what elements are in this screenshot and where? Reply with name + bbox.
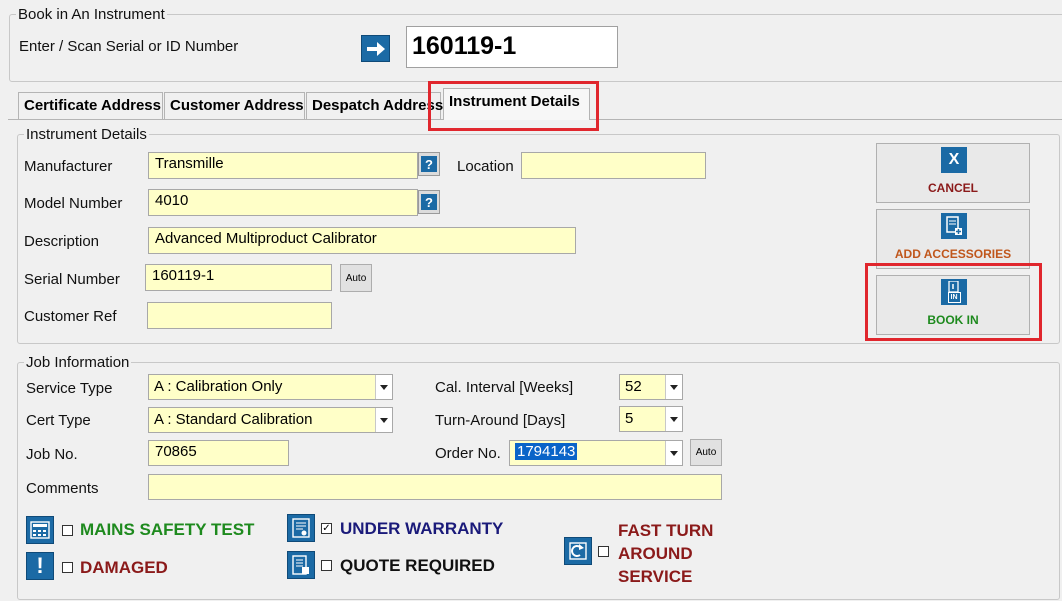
chevron-down-icon[interactable] — [375, 375, 392, 399]
book-in-button[interactable]: IN BOOK IN — [876, 275, 1030, 335]
serial-number-label: Serial Number — [24, 271, 120, 288]
manufacturer-label: Manufacturer — [24, 158, 113, 175]
serial-scan-input[interactable]: 160119-1 — [406, 26, 618, 68]
model-lookup-button[interactable]: ? — [418, 190, 440, 214]
serial-auto-button[interactable]: Auto — [340, 264, 372, 292]
instrument-details-legend: Instrument Details — [24, 126, 149, 143]
quote-required-label: QUOTE REQUIRED — [340, 556, 495, 575]
damaged-checkbox[interactable] — [62, 562, 73, 573]
customer-ref-label: Customer Ref — [24, 308, 117, 325]
order-no-select[interactable]: 1794143 — [509, 440, 683, 466]
service-type-value: A : Calibration Only — [154, 378, 283, 395]
fast-return-icon — [564, 537, 592, 565]
cal-interval-select[interactable]: 52 — [619, 374, 683, 400]
document-add-icon — [941, 213, 967, 239]
help-icon: ? — [421, 156, 437, 172]
chevron-down-icon[interactable] — [665, 375, 682, 399]
fast-turnaround-label: FAST TURN AROUND SERVICE — [618, 519, 713, 588]
cert-type-value: A : Standard Calibration — [154, 411, 313, 428]
chevron-down-icon[interactable] — [375, 408, 392, 432]
order-auto-button[interactable]: Auto — [690, 439, 722, 466]
x-icon: X — [941, 147, 967, 173]
fast-turnaround-line1: FAST TURN — [618, 521, 714, 540]
serial-scan-value: 160119-1 — [412, 32, 517, 60]
order-no-label: Order No. — [435, 445, 501, 462]
add-accessories-label: ADD ACCESSORIES — [894, 247, 1012, 261]
book-in-label: BOOK IN — [927, 313, 979, 327]
book-in-icon: IN — [941, 279, 967, 305]
cancel-label: CANCEL — [928, 181, 978, 195]
cert-type-select[interactable]: A : Standard Calibration — [148, 407, 393, 433]
job-no-field[interactable]: 70865 — [148, 440, 289, 466]
location-label: Location — [457, 158, 514, 175]
turnaround-value: 5 — [625, 410, 634, 427]
go-arrow-button[interactable] — [361, 35, 390, 62]
order-no-value: 1794143 — [515, 443, 578, 460]
manufacturer-field[interactable]: Transmille — [148, 152, 418, 179]
turnaround-label: Turn-Around [Days] — [435, 412, 566, 429]
chevron-down-icon[interactable] — [665, 407, 682, 431]
job-no-label: Job No. — [26, 446, 78, 463]
under-warranty-checkbox[interactable]: ✓ — [321, 523, 332, 534]
turnaround-select[interactable]: 5 — [619, 406, 683, 432]
fast-turnaround-checkbox[interactable] — [598, 546, 609, 557]
add-accessories-button[interactable]: ADD ACCESSORIES — [876, 209, 1030, 269]
cert-type-label: Cert Type — [26, 412, 91, 429]
help-icon: ? — [421, 194, 437, 210]
chevron-down-icon[interactable] — [665, 441, 682, 465]
comments-label: Comments — [26, 480, 99, 497]
arrow-right-icon — [366, 41, 385, 56]
damaged-label: DAMAGED — [80, 558, 168, 577]
quote-required-checkbox[interactable] — [321, 560, 332, 571]
description-label: Description — [24, 233, 100, 250]
tab-despatch-address[interactable]: Despatch Address — [306, 92, 443, 119]
manufacturer-lookup-button[interactable]: ? — [418, 152, 440, 176]
scan-label: Enter / Scan Serial or ID Number — [19, 38, 239, 55]
model-number-label: Model Number — [24, 195, 123, 212]
service-type-label: Service Type — [26, 380, 113, 397]
quote-document-icon — [287, 551, 315, 579]
certificate-icon — [287, 514, 315, 542]
cal-interval-value: 52 — [625, 378, 642, 395]
serial-number-field[interactable]: 160119-1 — [145, 264, 332, 291]
cal-interval-label: Cal. Interval [Weeks] — [435, 379, 574, 396]
tab-certificate-address[interactable]: Certificate Address — [18, 92, 163, 119]
calculator-icon — [26, 516, 54, 544]
book-in-icon-text: IN — [947, 292, 961, 303]
description-field[interactable]: Advanced Multiproduct Calibrator — [148, 227, 576, 254]
location-field[interactable] — [521, 152, 706, 179]
tab-instrument-details[interactable]: Instrument Details — [443, 88, 590, 120]
customer-ref-field[interactable] — [147, 302, 332, 329]
cancel-button[interactable]: X CANCEL — [876, 143, 1030, 203]
fast-turnaround-line3: SERVICE — [618, 567, 693, 586]
exclamation-icon: ! — [26, 552, 54, 580]
job-information-legend: Job Information — [24, 354, 132, 371]
model-number-field[interactable]: 4010 — [148, 189, 418, 216]
comments-field[interactable] — [148, 474, 722, 500]
under-warranty-label: UNDER WARRANTY — [340, 519, 504, 538]
book-in-legend: Book in An Instrument — [16, 6, 167, 23]
mains-safety-label: MAINS SAFETY TEST — [80, 520, 255, 539]
service-type-select[interactable]: A : Calibration Only — [148, 374, 393, 400]
mains-safety-checkbox[interactable] — [62, 525, 73, 536]
tab-customer-address[interactable]: Customer Address — [164, 92, 305, 119]
fast-turnaround-line2: AROUND — [618, 544, 693, 563]
